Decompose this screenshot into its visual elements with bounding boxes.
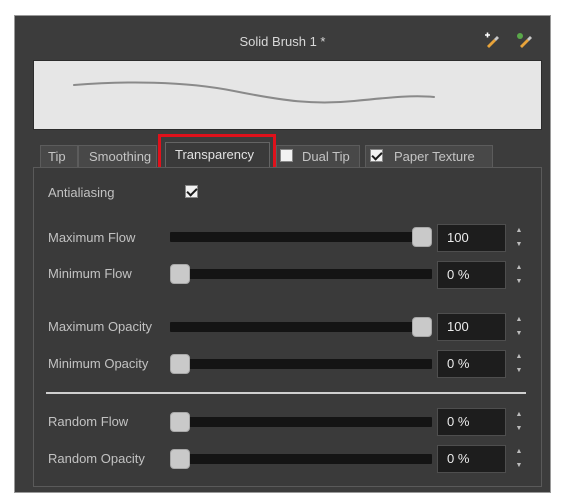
increment-icon[interactable]: ▲ xyxy=(513,445,525,459)
tab-dual-tip[interactable]: Dual Tip xyxy=(276,145,360,167)
dual-tip-checkbox[interactable] xyxy=(280,149,293,162)
random-flow-label: Random Flow xyxy=(48,414,129,429)
random-opacity-label: Random Opacity xyxy=(48,451,145,466)
transparency-panel: Antialiasing Maximum Flow 100 ▲ ▼ Minimum… xyxy=(33,167,542,487)
increment-icon[interactable]: ▲ xyxy=(513,261,525,275)
random-opacity-spinner[interactable]: ▲ ▼ xyxy=(513,445,525,473)
increment-icon[interactable]: ▲ xyxy=(513,313,525,327)
minimum-flow-field[interactable]: 0 % xyxy=(437,261,506,289)
increment-icon[interactable]: ▲ xyxy=(513,350,525,364)
minimum-flow-slider[interactable] xyxy=(170,264,432,284)
brush-settings-icon[interactable] xyxy=(514,30,536,52)
minimum-opacity-slider-thumb[interactable] xyxy=(170,354,190,374)
decrement-icon[interactable]: ▼ xyxy=(513,327,525,341)
minimum-opacity-slider[interactable] xyxy=(170,354,432,374)
antialiasing-label: Antialiasing xyxy=(48,185,115,200)
increment-icon[interactable]: ▲ xyxy=(513,408,525,422)
tab-transparency[interactable]: Transparency xyxy=(165,142,270,167)
maximum-flow-slider[interactable] xyxy=(170,227,432,247)
minimum-flow-spinner[interactable]: ▲ ▼ xyxy=(513,261,525,289)
maximum-opacity-label: Maximum Opacity xyxy=(48,319,153,334)
random-opacity-field[interactable]: 0 % xyxy=(437,445,506,473)
tab-smoothing[interactable]: Smoothing xyxy=(78,145,157,167)
random-flow-field[interactable]: 0 % xyxy=(437,408,506,436)
maximum-opacity-field[interactable]: 100 xyxy=(437,313,506,341)
brush-add-icon[interactable] xyxy=(481,30,503,52)
tab-tip[interactable]: Tip xyxy=(40,145,78,167)
tab-bar: Tip Smoothing Transparency Dual Tip Pape… xyxy=(15,140,550,168)
decrement-icon[interactable]: ▼ xyxy=(513,459,525,473)
brush-properties-dialog: Solid Brush 1 * Tip Smoothing Transparen… xyxy=(14,15,551,493)
minimum-opacity-field[interactable]: 0 % xyxy=(437,350,506,378)
section-divider xyxy=(46,392,526,394)
maximum-opacity-slider[interactable] xyxy=(170,317,432,337)
maximum-flow-label: Maximum Flow xyxy=(48,230,136,245)
maximum-opacity-spinner[interactable]: ▲ ▼ xyxy=(513,313,525,341)
random-flow-spinner[interactable]: ▲ ▼ xyxy=(513,408,525,436)
maximum-flow-field[interactable]: 100 xyxy=(437,224,506,252)
dialog-title: Solid Brush 1 * xyxy=(239,34,326,49)
minimum-flow-label: Minimum Flow xyxy=(48,266,132,281)
decrement-icon[interactable]: ▼ xyxy=(513,238,525,252)
decrement-icon[interactable]: ▼ xyxy=(513,364,525,378)
random-opacity-slider[interactable] xyxy=(170,449,432,469)
minimum-flow-slider-thumb[interactable] xyxy=(170,264,190,284)
minimum-opacity-spinner[interactable]: ▲ ▼ xyxy=(513,350,525,378)
minimum-opacity-label: Minimum Opacity xyxy=(48,356,149,371)
antialiasing-checkbox[interactable] xyxy=(185,185,198,198)
decrement-icon[interactable]: ▼ xyxy=(513,422,525,436)
tab-paper-texture[interactable]: Paper Texture xyxy=(365,145,493,167)
random-opacity-slider-thumb[interactable] xyxy=(170,449,190,469)
random-flow-slider-thumb[interactable] xyxy=(170,412,190,432)
maximum-flow-slider-thumb[interactable] xyxy=(412,227,432,247)
maximum-flow-spinner[interactable]: ▲ ▼ xyxy=(513,224,525,252)
random-flow-slider[interactable] xyxy=(170,412,432,432)
decrement-icon[interactable]: ▼ xyxy=(513,275,525,289)
maximum-opacity-slider-thumb[interactable] xyxy=(412,317,432,337)
paper-texture-checkbox[interactable] xyxy=(370,149,383,162)
increment-icon[interactable]: ▲ xyxy=(513,224,525,238)
brush-stroke-preview xyxy=(33,60,542,130)
